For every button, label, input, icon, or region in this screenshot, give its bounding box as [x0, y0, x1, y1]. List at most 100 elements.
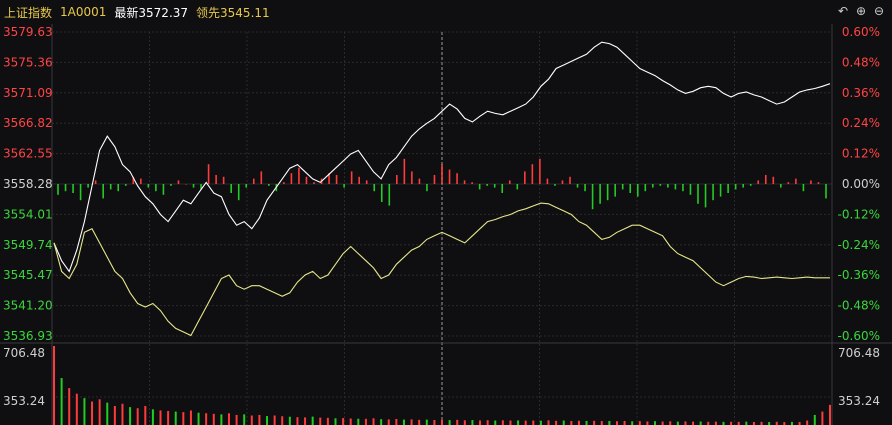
breadth-bar — [418, 178, 421, 184]
pct-tick-label: 0.12% — [842, 147, 880, 161]
breadth-bar — [621, 184, 624, 190]
volume-bar — [676, 421, 679, 425]
volume-bar — [494, 420, 497, 425]
breadth-bar — [576, 184, 579, 188]
breadth-bar — [215, 175, 217, 184]
volume-bar — [631, 421, 634, 425]
volume-bar — [189, 410, 192, 425]
breadth-bar — [252, 178, 255, 184]
volume-bar — [448, 420, 451, 425]
breadth-bar — [629, 184, 632, 193]
price-tick-label: 3558.28 — [3, 177, 53, 191]
volume-bar — [372, 418, 375, 425]
breadth-bar — [57, 184, 59, 195]
volume-bar — [266, 416, 269, 425]
breadth-bar — [486, 184, 488, 186]
volume-bar — [281, 416, 284, 425]
volume-bar — [555, 420, 558, 425]
breadth-bar — [591, 184, 594, 210]
breadth-bar — [614, 184, 616, 197]
breadth-bar — [170, 184, 172, 186]
pct-tick-label: -0.60% — [838, 329, 880, 343]
volume-bar — [387, 419, 390, 425]
volume-bar — [425, 419, 428, 425]
volume-bar — [623, 420, 626, 425]
breadth-bar — [268, 184, 270, 186]
breadth-bar — [682, 184, 684, 192]
volume-bar — [273, 415, 276, 425]
volume-bar — [395, 418, 398, 425]
volume-bar — [593, 420, 596, 425]
breadth-bar — [109, 184, 112, 190]
price-tick-label: 3579.63 — [3, 25, 53, 39]
volume-bar — [326, 417, 329, 425]
volume-bar — [220, 414, 223, 425]
price-tick-label: 3571.09 — [3, 86, 53, 100]
breadth-bar — [712, 184, 714, 201]
breadth-bar — [192, 184, 195, 188]
breadth-bar — [237, 184, 240, 201]
volume-bar — [441, 419, 443, 425]
volume-bar — [288, 416, 291, 425]
price-tick-label: 3549.74 — [3, 238, 53, 252]
breadth-bar — [230, 184, 232, 193]
breadth-bar — [396, 175, 398, 184]
volume-bar — [364, 418, 367, 425]
breadth-bar — [478, 184, 481, 190]
breadth-bar — [802, 184, 805, 192]
volume-bar — [501, 420, 504, 425]
breadth-bar — [343, 184, 345, 188]
breadth-bar — [554, 184, 556, 186]
breadth-bar — [795, 178, 797, 184]
volume-bar — [585, 420, 588, 425]
volume-bar — [311, 416, 314, 425]
volume-bar — [53, 346, 55, 425]
volume-bar — [129, 407, 132, 425]
breadth-bar — [704, 184, 707, 208]
breadth-bar — [305, 176, 308, 184]
volume-bar — [486, 420, 489, 425]
volume-bar — [471, 420, 474, 425]
volume-bar — [517, 420, 520, 425]
volume-tick-label: 706.48 — [838, 346, 880, 360]
volume-bar — [159, 410, 162, 425]
pct-tick-label: 0.48% — [842, 55, 880, 69]
breadth-bar — [365, 180, 368, 184]
volume-bar — [577, 420, 580, 425]
volume-bar — [243, 414, 246, 425]
breadth-bar — [569, 176, 571, 184]
breadth-bar — [539, 158, 541, 184]
volume-bar — [684, 421, 687, 425]
breadth-bar — [471, 182, 473, 184]
breadth-bar — [433, 175, 436, 184]
breadth-bar — [155, 184, 157, 192]
breadth-bar — [350, 171, 353, 184]
breadth-bar — [516, 184, 519, 190]
volume-bar — [806, 420, 809, 425]
intraday-chart[interactable]: 3579.63 3575.36 3571.09 3566.82 3562.55 3558.… — [0, 0, 892, 425]
volume-bar — [227, 413, 230, 425]
pct-tick-label: -0.48% — [838, 299, 880, 313]
breadth-bar — [606, 184, 609, 201]
breadth-bar — [245, 184, 248, 188]
breadth-bar — [94, 180, 97, 184]
breadth-bar — [426, 184, 428, 192]
breadth-bar — [403, 158, 406, 184]
volume-bar — [174, 411, 177, 425]
breadth-bar — [636, 184, 639, 197]
breadth-bar — [102, 184, 104, 199]
volume-bar — [144, 405, 147, 425]
breadth-bar — [117, 184, 120, 192]
price-tick-label: 3575.36 — [3, 55, 53, 69]
breadth-bar — [140, 178, 142, 184]
breadth-bar — [373, 184, 376, 192]
volume-bar — [638, 421, 641, 425]
breadth-bar — [124, 184, 127, 186]
volume-bar — [182, 412, 185, 425]
volume-bar — [106, 402, 109, 425]
volume-bar — [319, 417, 322, 425]
pct-tick-label: 0.24% — [842, 116, 880, 130]
volume-bar — [205, 413, 208, 425]
breadth-bar — [749, 184, 752, 186]
pct-tick-label: -0.12% — [838, 207, 880, 221]
